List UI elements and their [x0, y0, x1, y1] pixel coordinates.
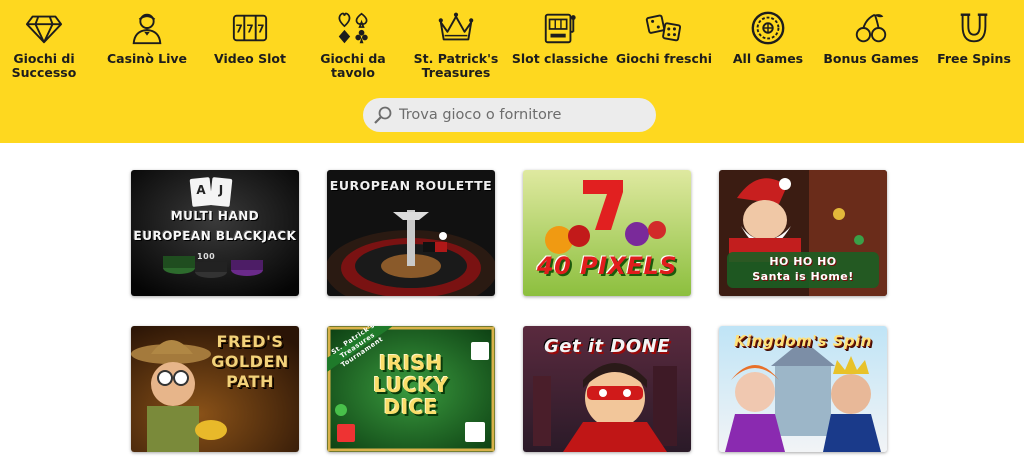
nav-label: St. Patrick's Treasures	[413, 51, 499, 80]
game-title: Get it DONE	[544, 336, 670, 357]
nav-label: Slot classiche	[511, 51, 609, 66]
game-title: FRED'S GOLDEN PATH	[211, 332, 289, 391]
game-title: 40 PIXELS	[536, 252, 678, 280]
nav-item-giochi-di-successo[interactable]: Giochi di Successo	[0, 10, 94, 84]
nav-item-giochi-freschi[interactable]: Giochi freschi	[614, 10, 714, 84]
category-nav: Giochi di Successo Casinò Live 777 Video…	[0, 0, 1024, 84]
game-tile-irish-lucky-dice[interactable]: St. Patrick's Treasures Tournament IRISH…	[327, 326, 495, 452]
game-title: MULTI HAND EUROPEAN BLACKJACK	[133, 209, 297, 243]
nav-label: Bonus Games	[823, 51, 919, 66]
game-tile-ho-ho-ho[interactable]: HO HO HO Santa is Home!	[719, 170, 887, 296]
slot-777-icon: 777	[230, 10, 270, 46]
crown-icon	[436, 10, 476, 46]
nav-item-casino-live[interactable]: Casinò Live	[97, 10, 197, 84]
nav-item-slot-classiche[interactable]: Slot classiche	[510, 10, 610, 84]
svg-text:7: 7	[257, 24, 264, 36]
nav-item-free-spins[interactable]: Free Spins	[924, 10, 1024, 84]
nav-label: Free Spins	[937, 51, 1011, 66]
horseshoe-icon	[954, 10, 994, 46]
game-title: EUROPEAN ROULETTE	[329, 178, 493, 193]
dealer-icon	[127, 10, 167, 46]
game-tile-40-pixels[interactable]: 40 PIXELS	[523, 170, 691, 296]
nav-label: Casinò Live	[106, 51, 188, 66]
nav-item-bonus-games[interactable]: Bonus Games	[821, 10, 921, 84]
search-bar[interactable]	[363, 98, 656, 132]
games-grid: A J MULTI HAND EUROPEAN BLACKJACK 100 EU…	[0, 143, 1024, 464]
cherries-icon	[851, 10, 891, 46]
game-title: IRISH LUCKY DICE	[373, 351, 449, 419]
search-icon	[374, 106, 392, 124]
nav-item-video-slot[interactable]: 777 Video Slot	[200, 10, 300, 84]
game-badge: 100	[197, 252, 216, 261]
svg-text:J: J	[218, 183, 223, 197]
top-bar: Giochi di Successo Casinò Live 777 Video…	[0, 0, 1024, 143]
game-tile-get-it-done[interactable]: Get it DONE	[523, 326, 691, 452]
nav-item-all-games[interactable]: All Games	[718, 10, 818, 84]
slot-machine-icon	[540, 10, 580, 46]
nav-label: Video Slot	[214, 51, 286, 66]
nav-label: Giochi freschi	[615, 51, 713, 66]
game-title: Kingdom's Spin	[734, 332, 872, 350]
svg-text:7: 7	[246, 24, 253, 36]
svg-text:7: 7	[235, 24, 242, 36]
roulette-wheel-icon	[748, 10, 788, 46]
svg-text:A: A	[196, 183, 206, 197]
game-tile-kingdoms-spin[interactable]: Kingdom's Spin	[719, 326, 887, 452]
game-tile-european-roulette[interactable]: EUROPEAN ROULETTE	[327, 170, 495, 296]
nav-label: All Games	[732, 51, 804, 66]
nav-item-giochi-da-tavolo[interactable]: Giochi da tavolo	[303, 10, 403, 84]
nav-item-st-patricks-treasures[interactable]: St. Patrick's Treasures	[406, 10, 506, 84]
game-title: HO HO HO Santa is Home!	[752, 255, 854, 283]
diamond-icon	[24, 10, 64, 46]
game-tile-multi-hand-blackjack[interactable]: A J MULTI HAND EUROPEAN BLACKJACK 100	[131, 170, 299, 296]
card-suits-icon	[333, 10, 373, 46]
game-tile-freds-golden-path[interactable]: FRED'S GOLDEN PATH	[131, 326, 299, 452]
nav-label: Giochi di Successo	[11, 51, 77, 80]
dice-icon	[644, 10, 684, 46]
search-input[interactable]	[399, 107, 639, 123]
nav-label: Giochi da tavolo	[320, 51, 386, 80]
